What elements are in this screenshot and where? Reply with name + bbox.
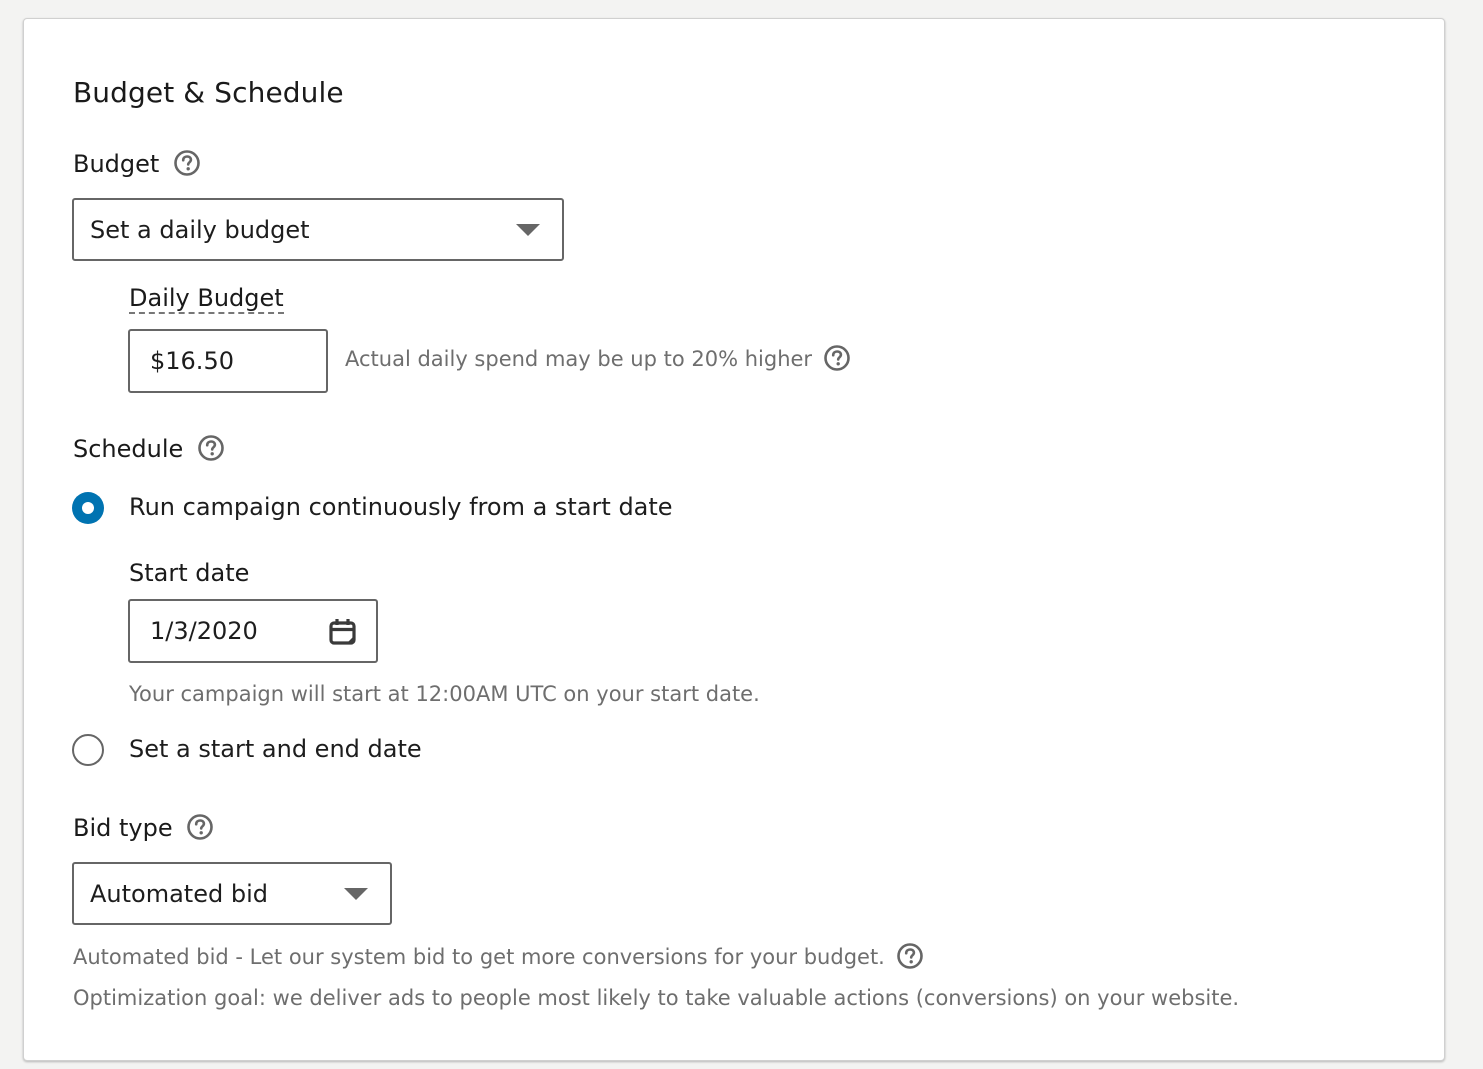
chevron-down-icon <box>516 224 540 236</box>
schedule-label: Schedule <box>73 435 225 463</box>
daily-budget-input[interactable]: $16.50 <box>128 329 328 393</box>
schedule-label-text: Schedule <box>73 435 184 463</box>
daily-budget-value: $16.50 <box>150 347 234 375</box>
question-circle-icon[interactable] <box>823 344 851 372</box>
bid-type-label: Bid type <box>73 814 214 842</box>
bid-description: Automated bid - Let our system bid to ge… <box>73 942 924 970</box>
question-circle-icon[interactable] <box>197 434 225 462</box>
radio-run-continuously[interactable] <box>72 492 104 524</box>
start-date-hint: Your campaign will start at 12:00AM UTC … <box>129 682 760 706</box>
daily-budget-hint-text: Actual daily spend may be up to 20% high… <box>345 347 813 371</box>
start-date-label: Start date <box>129 559 250 587</box>
question-circle-icon[interactable] <box>186 813 214 841</box>
daily-budget-label-text: Daily Budget <box>129 284 284 314</box>
question-circle-icon[interactable] <box>896 942 924 970</box>
bid-type-value: Automated bid <box>90 879 268 908</box>
start-date-input[interactable]: 1/3/2020 <box>128 599 378 663</box>
budget-type-select[interactable]: Set a daily budget <box>72 198 564 261</box>
optimization-goal: Optimization goal: we deliver ads to peo… <box>73 986 1240 1010</box>
question-circle-icon[interactable] <box>173 149 201 177</box>
radio-run-continuously-label[interactable]: Run campaign continuously from a start d… <box>129 493 673 521</box>
start-date-value: 1/3/2020 <box>150 617 258 645</box>
radio-start-end-date[interactable] <box>72 734 104 766</box>
bid-type-select[interactable]: Automated bid <box>72 862 392 925</box>
radio-start-end-date-label[interactable]: Set a start and end date <box>129 735 422 763</box>
budget-label-text: Budget <box>73 150 160 178</box>
bid-type-label-text: Bid type <box>73 814 173 842</box>
daily-budget-label: Daily Budget <box>129 284 284 314</box>
daily-budget-hint: Actual daily spend may be up to 20% high… <box>345 344 851 372</box>
chevron-down-icon <box>344 888 368 900</box>
bid-description-text: Automated bid - Let our system bid to ge… <box>73 945 885 969</box>
budget-type-value: Set a daily budget <box>90 215 310 244</box>
section-title: Budget & Schedule <box>73 76 344 109</box>
calendar-icon[interactable] <box>328 617 358 647</box>
budget-label: Budget <box>73 150 201 178</box>
